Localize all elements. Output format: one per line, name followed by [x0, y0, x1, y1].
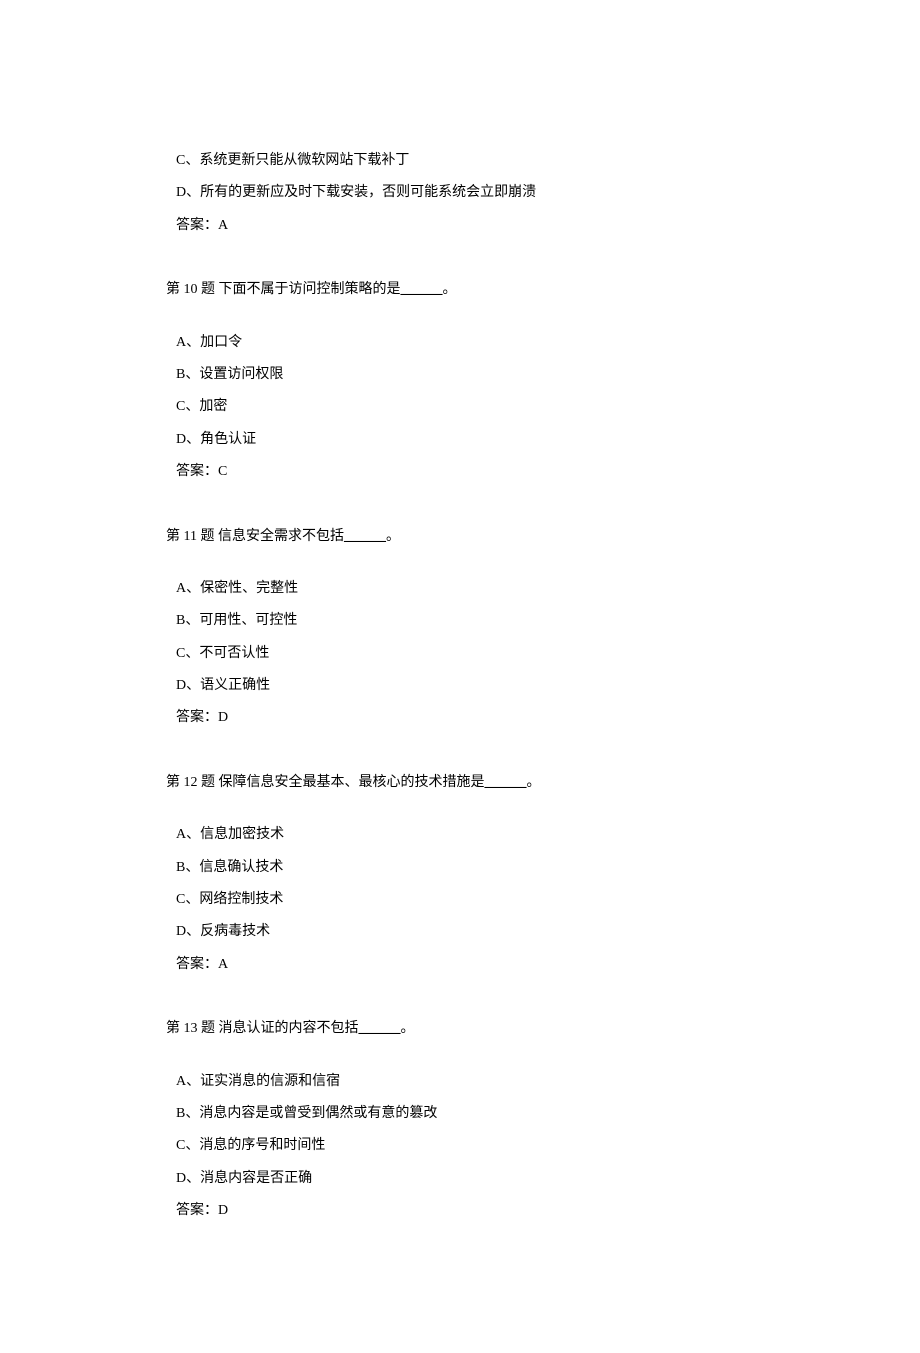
- blank: ______: [485, 775, 527, 790]
- question-prompt-prefix: 第 13 题 消息认证的内容不包括: [166, 1021, 359, 1036]
- question-prompt-suffix: 。: [386, 529, 400, 544]
- option-b: B、消息内容是或曾受到偶然或有意的篡改: [176, 1103, 754, 1125]
- option-b: B、设置访问权限: [176, 364, 754, 386]
- answer-text: 答案：C: [176, 461, 754, 483]
- option-c: C、网络控制技术: [176, 889, 754, 911]
- option-d: D、角色认证: [176, 429, 754, 451]
- answer-text: 答案：D: [176, 707, 754, 729]
- question-prompt-suffix: 。: [527, 775, 541, 790]
- option-d: D、消息内容是否正确: [176, 1168, 754, 1190]
- option-a: A、保密性、完整性: [176, 578, 754, 600]
- option-d: D、所有的更新应及时下载安装，否则可能系统会立即崩溃: [176, 182, 754, 204]
- option-a: A、加口令: [176, 332, 754, 354]
- question-11: 第 11 题 信息安全需求不包括______。: [166, 526, 754, 548]
- option-c: C、系统更新只能从微软网站下载补丁: [176, 150, 754, 172]
- option-c: C、不可否认性: [176, 643, 754, 665]
- question-prompt-suffix: 。: [401, 1021, 415, 1036]
- question-13: 第 13 题 消息认证的内容不包括______。: [166, 1018, 754, 1040]
- option-c: C、加密: [176, 396, 754, 418]
- question-prompt-prefix: 第 12 题 保障信息安全最基本、最核心的技术措施是: [166, 775, 485, 790]
- answer-text: 答案：A: [176, 215, 754, 237]
- blank: ______: [344, 529, 386, 544]
- page-content: C、系统更新只能从微软网站下载补丁 D、所有的更新应及时下载安装，否则可能系统会…: [0, 0, 920, 1353]
- blank: ______: [401, 282, 443, 297]
- answer-text: 答案：D: [176, 1200, 754, 1222]
- option-b: B、可用性、可控性: [176, 610, 754, 632]
- question-10: 第 10 题 下面不属于访问控制策略的是______。: [166, 279, 754, 301]
- answer-text: 答案：A: [176, 954, 754, 976]
- question-prompt-suffix: 。: [443, 282, 457, 297]
- question-prompt-prefix: 第 10 题 下面不属于访问控制策略的是: [166, 282, 401, 297]
- option-a: A、信息加密技术: [176, 824, 754, 846]
- blank: ______: [359, 1021, 401, 1036]
- option-a: A、证实消息的信源和信宿: [176, 1071, 754, 1093]
- option-c: C、消息的序号和时间性: [176, 1135, 754, 1157]
- question-12: 第 12 题 保障信息安全最基本、最核心的技术措施是______。: [166, 772, 754, 794]
- question-prompt-prefix: 第 11 题 信息安全需求不包括: [166, 529, 344, 544]
- option-b: B、信息确认技术: [176, 857, 754, 879]
- option-d: D、语义正确性: [176, 675, 754, 697]
- option-d: D、反病毒技术: [176, 921, 754, 943]
